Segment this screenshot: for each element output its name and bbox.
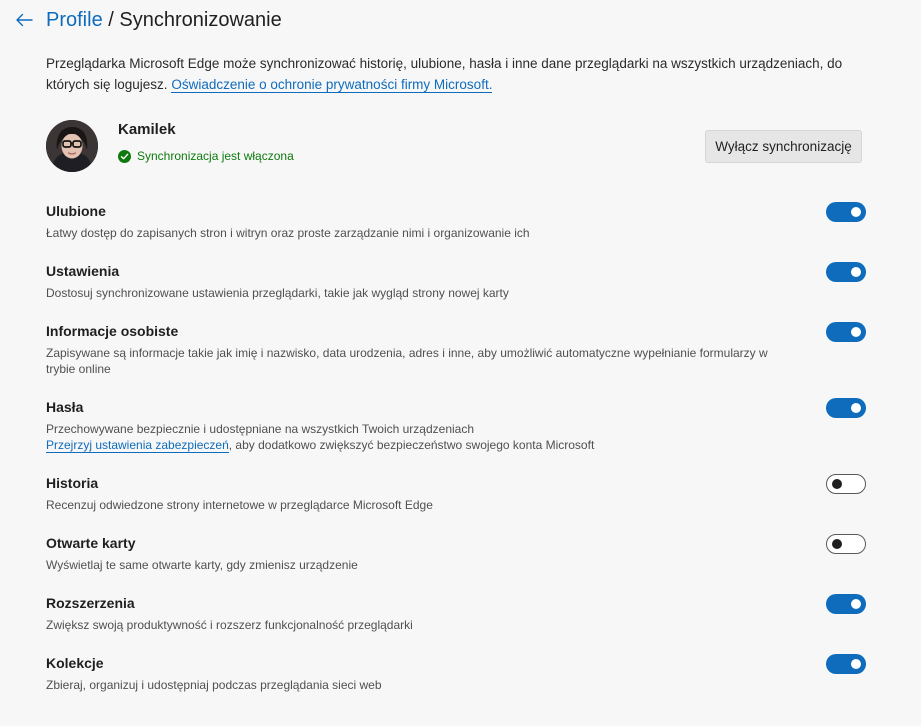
setting-description: Przechowywane bezpiecznie i udostępniane… <box>46 422 475 436</box>
setting-title: Historia <box>46 475 99 491</box>
avatar <box>46 120 98 172</box>
setting-passwords: Hasła Przechowywane bezpiecznie i udostę… <box>46 397 866 473</box>
setting-favorites: Ulubione Łatwy dostęp do zapisanych stro… <box>46 201 866 261</box>
toggle-knob <box>851 327 861 337</box>
setting-settings: Ustawienia Dostosuj synchronizowane usta… <box>46 261 866 321</box>
setting-title: Ulubione <box>46 203 106 219</box>
setting-title: Kolekcje <box>46 655 104 671</box>
sync-status-text: Synchronizacja jest włączona <box>137 149 294 163</box>
setting-title: Otwarte karty <box>46 535 136 551</box>
breadcrumb-profiles-link[interactable]: Profile <box>46 9 103 31</box>
setting-open-tabs: Otwarte karty Wyświetlaj te same otwarte… <box>46 533 866 593</box>
turn-off-sync-button[interactable]: Wyłącz synchronizację <box>705 130 862 163</box>
setting-extensions: Rozszerzenia Zwiększ swoją produktywność… <box>46 593 866 653</box>
setting-title: Informacje osobiste <box>46 323 179 339</box>
toggle-knob <box>851 599 861 609</box>
settings-toggle[interactable] <box>826 262 866 282</box>
passwords-toggle[interactable] <box>826 398 866 418</box>
setting-description: Łatwy dostęp do zapisanych stron i witry… <box>46 226 530 240</box>
setting-history: Historia Recenzuj odwiedzone strony inte… <box>46 473 866 533</box>
toggle-knob <box>832 479 842 489</box>
sync-status: Synchronizacja jest włączona <box>118 149 294 163</box>
personal-info-toggle[interactable] <box>826 322 866 342</box>
account-name: Kamilek <box>118 121 176 138</box>
setting-description: Recenzuj odwiedzone strony internetowe w… <box>46 498 433 512</box>
page-title: Synchronizowanie <box>119 8 282 31</box>
toggle-knob <box>851 207 861 217</box>
favorites-toggle[interactable] <box>826 202 866 222</box>
security-link-suffix: , aby dodatkowo zwiększyć bezpieczeństwo… <box>228 438 595 452</box>
setting-title: Rozszerzenia <box>46 595 135 611</box>
toggle-knob <box>851 659 861 669</box>
back-button[interactable] <box>12 8 36 32</box>
open-tabs-toggle[interactable] <box>826 534 866 554</box>
toggle-knob <box>851 403 861 413</box>
history-toggle[interactable] <box>826 474 866 494</box>
setting-title: Hasła <box>46 399 84 415</box>
setting-description: Wyświetlaj te same otwarte karty, gdy zm… <box>46 558 358 572</box>
breadcrumb-separator: / <box>108 8 114 31</box>
setting-description: Zwiększ swoją produktywność i rozszerz f… <box>46 618 413 632</box>
toggle-knob <box>832 539 842 549</box>
setting-description: Zbieraj, organizuj i udostępniaj podczas… <box>46 678 382 692</box>
toggle-knob <box>851 267 861 277</box>
breadcrumb: Profile / Synchronizowanie <box>46 9 282 32</box>
page-header: Profile / Synchronizowanie <box>12 7 282 33</box>
setting-personal-info: Informacje osobiste Zapisywane są inform… <box>46 321 866 397</box>
setting-description-extra: Przejrzyj ustawienia zabezpieczeń, aby d… <box>46 437 796 453</box>
setting-description: Zapisywane są informacje takie jak imię … <box>46 346 768 376</box>
sync-intro: Przeglądarka Microsoft Edge może synchro… <box>46 53 876 95</box>
privacy-statement-link[interactable]: Oświadczenie o ochronie prywatności firm… <box>171 77 493 93</box>
extensions-toggle[interactable] <box>826 594 866 614</box>
check-circle-icon <box>118 149 131 163</box>
setting-title: Ustawienia <box>46 263 120 279</box>
setting-description: Dostosuj synchronizowane ustawienia prze… <box>46 286 509 300</box>
setting-collections: Kolekcje Zbieraj, organizuj i udostępnia… <box>46 653 866 713</box>
security-settings-link[interactable]: Przejrzyj ustawienia zabezpieczeń <box>46 438 229 453</box>
back-arrow-icon <box>16 13 33 27</box>
account-card: Kamilek Synchronizacja jest włączona Wył… <box>46 120 866 176</box>
sync-settings-list: Ulubione Łatwy dostęp do zapisanych stro… <box>46 201 866 713</box>
collections-toggle[interactable] <box>826 654 866 674</box>
